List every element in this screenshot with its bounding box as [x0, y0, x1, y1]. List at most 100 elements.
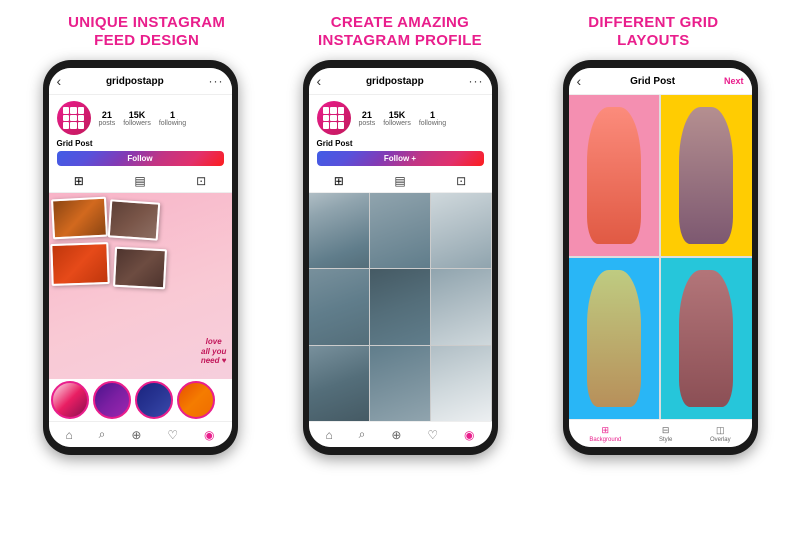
snow-cell-8 — [370, 346, 430, 421]
nav-search-2[interactable]: ⌕ — [359, 427, 366, 442]
stat-followers-1: 15K followers — [123, 110, 151, 127]
stat-following-2: 1 following — [419, 110, 446, 127]
nav-profile-1[interactable]: ◉ — [204, 428, 214, 442]
navbar-2: ⌂ ⌕ ⊕ ♡ ◉ — [309, 421, 492, 447]
toolbar-style[interactable]: ⊟ Style — [659, 425, 672, 443]
snow-cell-6 — [431, 269, 491, 344]
ig-profile-1: 21 posts 15K followers 1 following — [49, 95, 232, 139]
nav-profile-2[interactable]: ◉ — [464, 428, 474, 442]
avatar-1 — [57, 101, 91, 135]
person-shape-3 — [587, 270, 641, 407]
tab-list-2[interactable]: ▤ — [394, 174, 405, 188]
nav-home-1[interactable]: ⌂ — [65, 428, 72, 442]
back-icon-2[interactable]: ‹ — [317, 73, 322, 89]
ig-profile-2: 21 posts 15K followers 1 following — [309, 95, 492, 139]
grid-cell-pink — [569, 95, 660, 256]
avatar-grid-1 — [63, 107, 85, 129]
title-2: CREATE AMAZING INSTAGRAM PROFILE — [318, 14, 482, 50]
ig-content-2 — [309, 193, 492, 421]
nav-heart-2[interactable]: ♡ — [427, 428, 438, 442]
nav-add-1[interactable]: ⊕ — [131, 428, 141, 442]
stat-posts-1: 21 posts — [99, 110, 116, 127]
phone-2-wrapper: ‹ gridpostapp ··· 21 — [285, 60, 515, 536]
tab-tag-2[interactable]: ⊡ — [456, 174, 466, 188]
collage-photo-3 — [50, 242, 109, 286]
ig-follow-row-2: Grid Post Follow + — [309, 139, 492, 170]
ig-content-1: loveall youneed ♥ — [49, 193, 232, 421]
username-2: Grid Post — [317, 139, 484, 148]
toolbar-overlay[interactable]: ◫ Overlay — [710, 425, 731, 443]
toolbar-background[interactable]: ⊞ Background — [589, 425, 621, 443]
person-shape-2 — [679, 107, 733, 244]
ig-follow-row-1: Grid Post Follow — [49, 139, 232, 170]
phone-3-wrapper: ‹ Grid Post Next — [545, 60, 775, 536]
collage-photo-1 — [50, 197, 107, 240]
collage-photo-4 — [112, 247, 166, 290]
stat-following-1: 1 following — [159, 110, 186, 127]
follow-button-1[interactable]: Follow — [57, 151, 224, 166]
snow-cell-9 — [431, 346, 491, 421]
story-circle-3[interactable] — [135, 381, 173, 419]
snow-cell-5 — [370, 269, 430, 344]
profile-name-1: gridpostapp — [106, 76, 164, 87]
collage-text-1: loveall youneed ♥ — [201, 337, 227, 366]
ig-tabs-2: ⊞ ▤ ⊡ — [309, 170, 492, 193]
tab-grid-2[interactable]: ⊞ — [334, 174, 344, 188]
bottom-strip-1 — [49, 379, 232, 421]
tab-tag-1[interactable]: ⊡ — [196, 174, 206, 188]
snow-cell-7 — [309, 346, 369, 421]
ig-header-1: ‹ gridpostapp ··· — [49, 68, 232, 95]
ig-header-3: ‹ Grid Post Next — [569, 68, 752, 95]
grid-cell-yellow — [661, 95, 752, 256]
ig-stats-2: 21 posts 15K followers 1 following — [359, 110, 484, 127]
phone-3-screen: ‹ Grid Post Next — [569, 68, 752, 447]
style-icon: ⊟ — [662, 425, 670, 436]
header-col-2: CREATE AMAZING INSTAGRAM PROFILE — [285, 14, 515, 50]
avatar-2 — [317, 101, 351, 135]
story-circle-4[interactable] — [177, 381, 215, 419]
tab-list-1[interactable]: ▤ — [134, 174, 145, 188]
ig-header-2: ‹ gridpostapp ··· — [309, 68, 492, 95]
stat-followers-2: 15K followers — [383, 110, 411, 127]
nav-heart-1[interactable]: ♡ — [167, 428, 178, 442]
avatar-grid-2 — [323, 107, 345, 129]
ig-stats-1: 21 posts 15K followers 1 following — [99, 110, 224, 127]
story-circle-1[interactable] — [51, 381, 89, 419]
snow-cell-4 — [309, 269, 369, 344]
title-1: UNIQUE INSTAGRAM FEED DESIGN — [68, 14, 225, 50]
bottom-toolbar-3: ⊞ Background ⊟ Style ◫ Overlay — [569, 419, 752, 447]
nav-search-1[interactable]: ⌕ — [99, 427, 106, 442]
stat-posts-2: 21 posts — [359, 110, 376, 127]
more-icon-2[interactable]: ··· — [468, 74, 483, 88]
phone-1-wrapper: ‹ gridpostapp ··· 21 — [25, 60, 255, 536]
snow-cell-2 — [370, 193, 430, 268]
phones-section: ‹ gridpostapp ··· 21 — [0, 60, 800, 536]
back-icon-1[interactable]: ‹ — [57, 73, 62, 89]
snow-cell-1 — [309, 193, 369, 268]
phone-3: ‹ Grid Post Next — [563, 60, 758, 455]
nav-add-2[interactable]: ⊕ — [391, 428, 401, 442]
next-button[interactable]: Next — [724, 76, 744, 86]
grid-cell-blue — [569, 258, 660, 419]
story-circle-2[interactable] — [93, 381, 131, 419]
profile-name-3: Grid Post — [630, 76, 675, 87]
phone-2: ‹ gridpostapp ··· 21 — [303, 60, 498, 455]
nav-home-2[interactable]: ⌂ — [325, 428, 332, 442]
navbar-1: ⌂ ⌕ ⊕ ♡ ◉ — [49, 421, 232, 447]
person-shape-1 — [587, 107, 641, 244]
overlay-icon: ◫ — [716, 425, 725, 436]
username-1: Grid Post — [57, 139, 224, 148]
phone-1-screen: ‹ gridpostapp ··· 21 — [49, 68, 232, 447]
back-icon-3[interactable]: ‹ — [577, 73, 582, 89]
grid-cell-teal — [661, 258, 752, 419]
phone-2-screen: ‹ gridpostapp ··· 21 — [309, 68, 492, 447]
snow-cell-3 — [431, 193, 491, 268]
header-section: UNIQUE INSTAGRAM FEED DESIGN CREATE AMAZ… — [0, 0, 800, 60]
header-col-1: UNIQUE INSTAGRAM FEED DESIGN — [32, 14, 262, 50]
more-icon-1[interactable]: ··· — [208, 74, 223, 88]
follow-button-2[interactable]: Follow + — [317, 151, 484, 166]
collage-photo-2 — [107, 199, 160, 240]
ig-content-3 — [569, 95, 752, 419]
phone-1: ‹ gridpostapp ··· 21 — [43, 60, 238, 455]
tab-grid-1[interactable]: ⊞ — [74, 174, 84, 188]
